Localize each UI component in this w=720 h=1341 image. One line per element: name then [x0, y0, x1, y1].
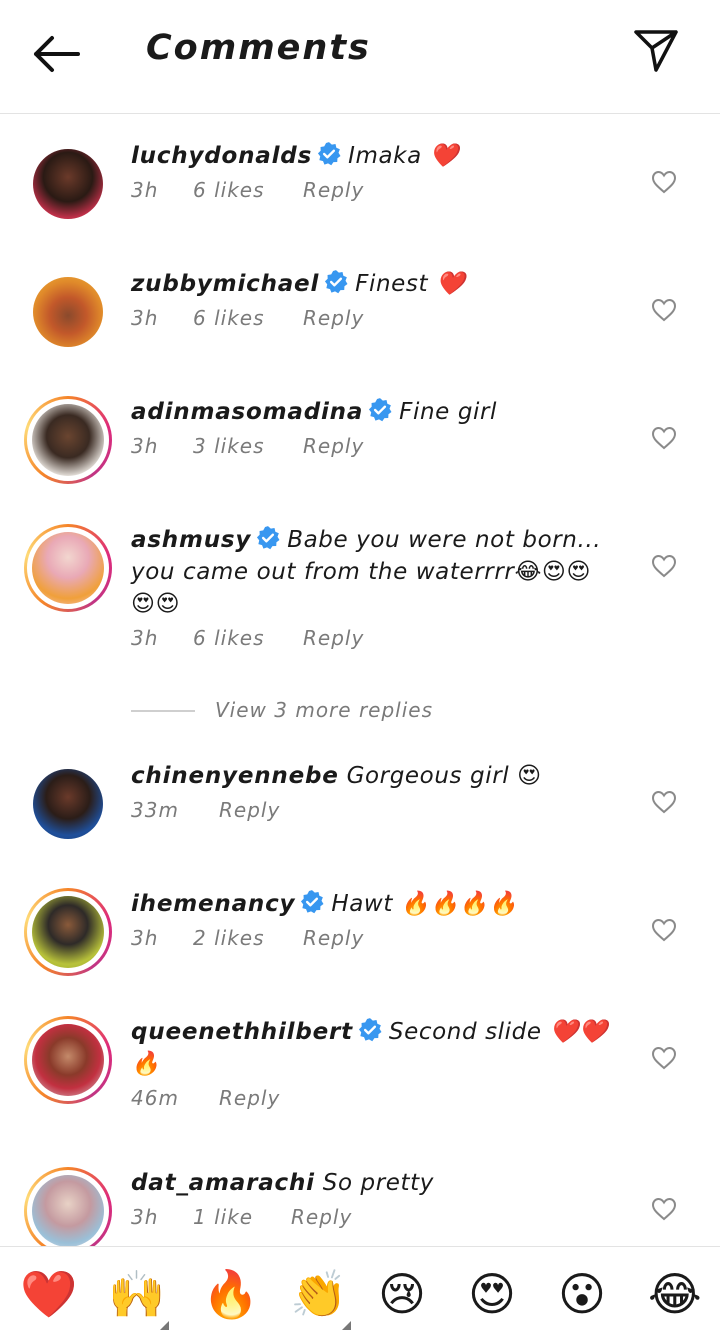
skin-tone-indicator-icon	[160, 1321, 169, 1330]
username[interactable]: adinmasomadina	[131, 399, 363, 425]
verified-badge-icon	[369, 398, 392, 422]
comments-header: Comments	[0, 0, 720, 114]
heart-outline-icon[interactable]	[651, 790, 677, 814]
page-title: Comments	[146, 28, 371, 68]
reply-button[interactable]: Reply	[219, 798, 280, 822]
reply-button[interactable]: Reply	[303, 178, 364, 202]
reply-button[interactable]: Reply	[291, 1205, 352, 1229]
story-ring[interactable]	[24, 524, 112, 612]
comment-time: 3h	[131, 1205, 159, 1229]
red-heart-emoji[interactable]: ❤️	[20, 1269, 77, 1319]
comment-text: Imaka ❤️	[348, 143, 459, 169]
raised-hands-emoji[interactable]: 🙌	[108, 1269, 165, 1319]
paper-plane-icon[interactable]	[632, 28, 680, 74]
avatar	[32, 1175, 104, 1247]
clapping-hands-emoji[interactable]: 👏	[290, 1269, 347, 1319]
comment-text: Second slide ❤️❤️	[388, 1019, 608, 1045]
heart-outline-icon[interactable]	[651, 426, 677, 450]
verified-badge-icon	[325, 270, 348, 294]
username[interactable]: queenethhilbert	[131, 1019, 353, 1045]
fire-emoji[interactable]: 🔥	[202, 1269, 259, 1319]
avatar	[32, 896, 104, 968]
comment-time: 3h	[131, 926, 159, 950]
heart-outline-icon[interactable]	[651, 1197, 677, 1221]
comment-likes[interactable]: 2 likes	[193, 926, 303, 950]
comment-text-line-3: 😍😍	[131, 591, 181, 617]
avatar	[32, 404, 104, 476]
reply-button[interactable]: Reply	[303, 926, 364, 950]
heart-outline-icon[interactable]	[651, 918, 677, 942]
username[interactable]: luchydonalds	[131, 143, 312, 169]
comment-likes[interactable]: 1 like	[193, 1205, 291, 1229]
comment-text: Hawt 🔥🔥🔥🔥	[331, 891, 518, 917]
comment-time: 3h	[131, 178, 159, 202]
comment-time: 3h	[131, 626, 159, 650]
reply-button[interactable]: Reply	[303, 434, 364, 458]
heart-eyes-emoji[interactable]: 😍	[468, 1269, 516, 1319]
comment-likes[interactable]: 6 likes	[193, 626, 303, 650]
username[interactable]: ihemenancy	[131, 891, 295, 917]
comment-time: 46m	[131, 1086, 179, 1110]
username[interactable]: zubbymichael	[131, 271, 319, 297]
heart-outline-icon[interactable]	[651, 170, 677, 194]
heart-outline-icon[interactable]	[651, 1046, 677, 1070]
comment-text-line-2: 🔥	[131, 1051, 161, 1077]
comment-text: Gorgeous girl 😍	[346, 763, 542, 789]
username[interactable]: dat_amarachi	[131, 1170, 315, 1196]
verified-badge-icon	[358, 1018, 382, 1042]
reply-button[interactable]: Reply	[303, 306, 364, 330]
arrow-left-icon[interactable]	[30, 32, 82, 76]
crying-face-emoji[interactable]: 😢	[378, 1269, 426, 1319]
verified-badge-icon	[257, 526, 280, 550]
comment-text: Babe you were not born...	[287, 527, 602, 553]
comment-likes[interactable]: 6 likes	[193, 178, 303, 202]
avatar[interactable]	[33, 277, 103, 347]
avatar[interactable]	[33, 149, 103, 219]
avatar	[32, 532, 104, 604]
avatar	[32, 1024, 104, 1096]
comment-time: 33m	[131, 798, 179, 822]
comment-text: Finest ❤️	[355, 271, 466, 297]
divider-line	[131, 710, 195, 712]
surprised-face-emoji[interactable]: 😮	[558, 1269, 606, 1319]
verified-badge-icon	[318, 142, 341, 166]
story-ring[interactable]	[24, 1016, 112, 1104]
username[interactable]: ashmusy	[131, 527, 251, 553]
view-more-replies-label[interactable]: View 3 more replies	[215, 698, 433, 722]
comment-time: 3h	[131, 306, 159, 330]
username[interactable]: chinenyennebe	[131, 763, 339, 789]
comment-likes[interactable]: 6 likes	[193, 306, 303, 330]
comment-text: So pretty	[322, 1170, 435, 1196]
emoji-reaction-bar: ❤️ 🙌 🔥 👏 😢 😍 😮 😂	[0, 1246, 720, 1341]
comment-likes[interactable]: 3 likes	[193, 434, 303, 458]
reply-button[interactable]: Reply	[219, 1086, 280, 1110]
story-ring[interactable]	[24, 396, 112, 484]
heart-outline-icon[interactable]	[651, 298, 677, 322]
comment-text-line-2: you came out from the waterrrr😂😍😍	[131, 559, 592, 585]
story-ring[interactable]	[24, 1167, 112, 1255]
verified-badge-icon	[301, 890, 324, 914]
tears-of-joy-emoji[interactable]: 😂	[648, 1269, 702, 1319]
avatar[interactable]	[33, 769, 103, 839]
reply-button[interactable]: Reply	[303, 626, 364, 650]
comment-time: 3h	[131, 434, 159, 458]
heart-outline-icon[interactable]	[651, 554, 677, 578]
comment-text: Fine girl	[399, 399, 498, 425]
story-ring[interactable]	[24, 888, 112, 976]
skin-tone-indicator-icon	[342, 1321, 351, 1330]
